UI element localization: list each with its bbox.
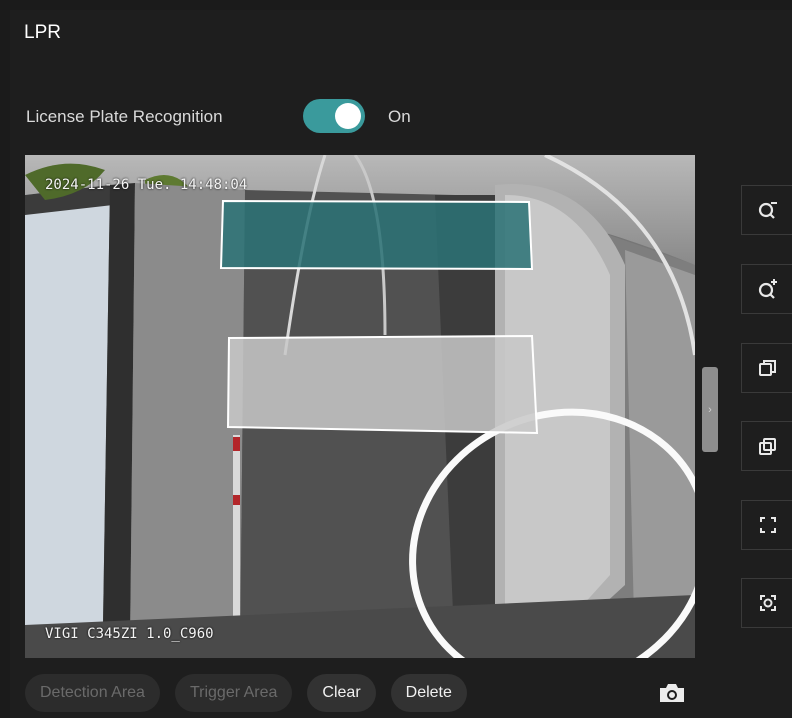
lpr-setting-row: License Plate Recognition (26, 104, 223, 130)
camera-view[interactable]: 2024-11-26 Tue. 14:48:04 VIGI C345ZI 1.0… (25, 155, 695, 658)
chevron-right-icon: › (708, 403, 712, 416)
clear-button[interactable]: Clear (307, 674, 376, 712)
fullscreen-icon (759, 517, 776, 533)
window-icon (758, 438, 776, 455)
camera-model-label: VIGI C345ZI 1.0_C960 (45, 626, 214, 642)
zoom-in-button[interactable] (741, 264, 792, 314)
video-timestamp: 2024-11-26 Tue. 14:48:04 (45, 177, 248, 193)
collapse-panel-handle[interactable]: › (702, 367, 718, 452)
zoom-out-icon (758, 202, 777, 219)
lpr-label: License Plate Recognition (26, 107, 223, 126)
window-view-button[interactable] (741, 421, 792, 471)
toggle-state-text: On (388, 107, 411, 126)
restore-view-button[interactable] (741, 343, 792, 393)
focus-icon (759, 595, 776, 611)
camera-scene (25, 155, 695, 658)
trigger-area-button[interactable]: Trigger Area (174, 674, 293, 712)
zoom-in-icon (758, 279, 777, 299)
restore-icon (758, 360, 776, 376)
area-action-bar: Detection Area Trigger Area Clear Delete (25, 674, 467, 712)
fullscreen-button[interactable] (741, 500, 792, 550)
focus-button[interactable] (741, 578, 792, 628)
toggle-knob (335, 103, 361, 129)
camera-icon (660, 684, 684, 702)
zoom-out-button[interactable] (741, 185, 792, 235)
detection-area-button[interactable]: Detection Area (25, 674, 160, 712)
page-title: LPR (24, 22, 61, 43)
lpr-toggle[interactable] (303, 99, 365, 133)
snapshot-button[interactable] (656, 677, 688, 709)
delete-button[interactable]: Delete (390, 674, 467, 712)
